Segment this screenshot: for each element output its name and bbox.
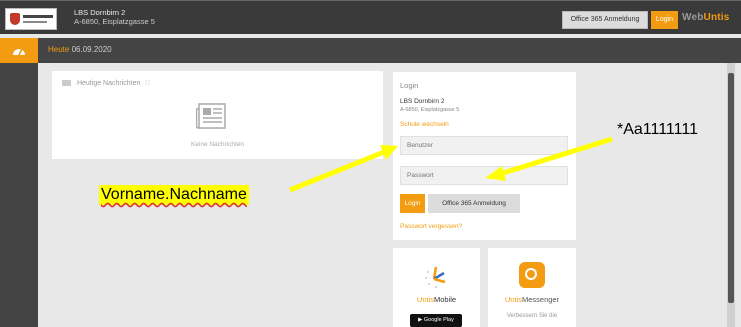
arrow-to-username xyxy=(289,145,398,193)
annotation-arrows xyxy=(289,136,613,193)
username-hint-annotation: Vorname.Nachname xyxy=(99,185,249,205)
arrow-to-password xyxy=(485,136,613,181)
password-hint-annotation: *Aa1111111 xyxy=(617,121,698,138)
